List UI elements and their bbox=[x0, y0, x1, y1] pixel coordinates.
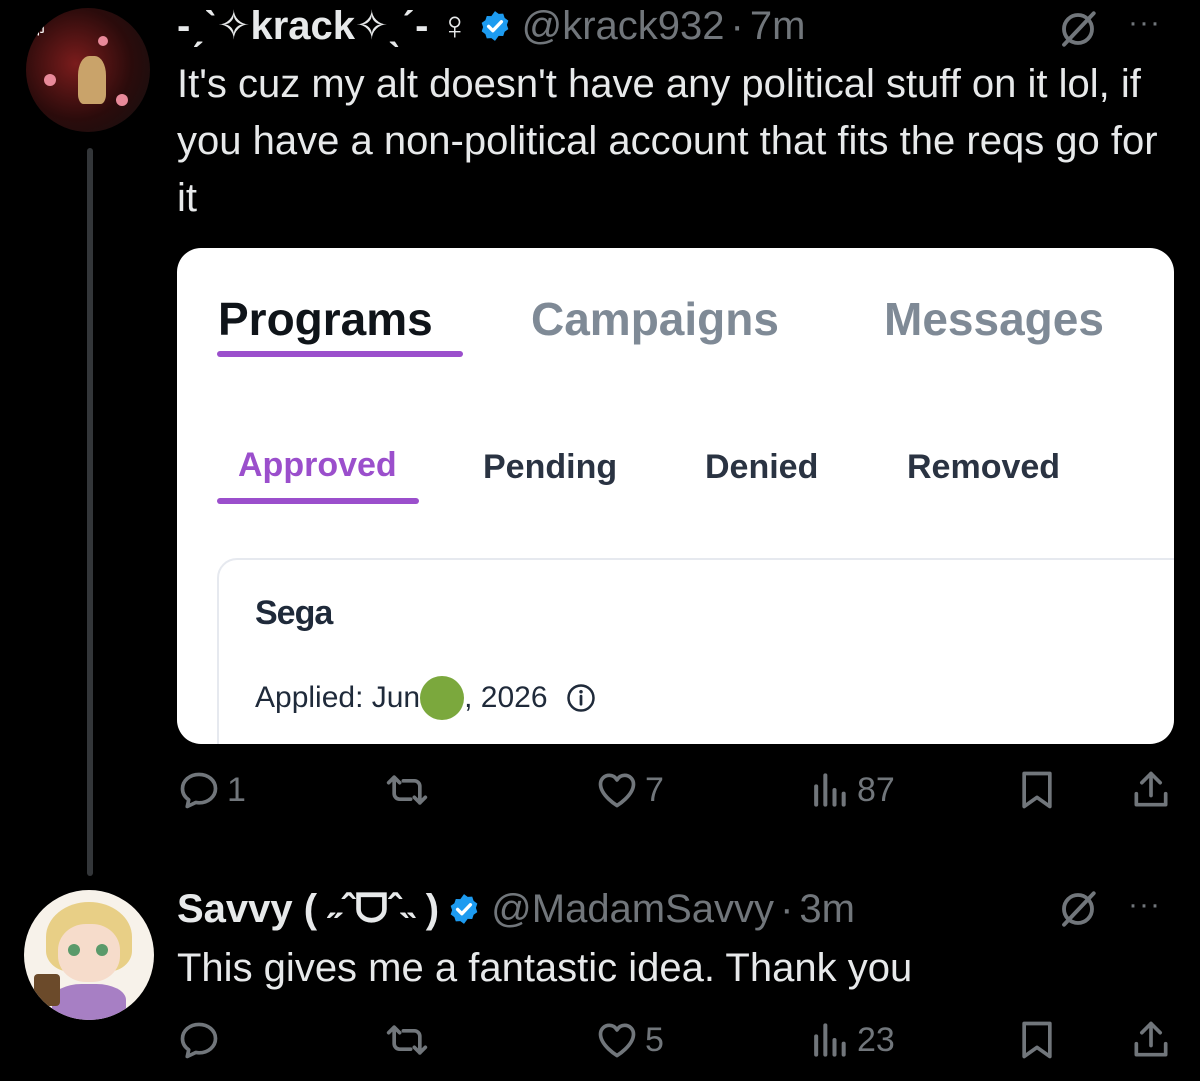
subtab-removed[interactable]: Removed bbox=[907, 448, 1060, 487]
handle[interactable]: @krack932 bbox=[522, 4, 725, 49]
redaction-blob bbox=[420, 676, 465, 720]
avatar-body bbox=[52, 984, 126, 1020]
verified-badge-icon bbox=[481, 11, 508, 41]
avatar-face bbox=[58, 924, 120, 982]
separator: · bbox=[780, 886, 794, 931]
reply-icon bbox=[180, 772, 218, 809]
repost-icon bbox=[386, 1025, 428, 1055]
views-button[interactable]: 23 bbox=[807, 1018, 895, 1062]
separator: · bbox=[730, 3, 744, 48]
tweet-actions: 5 23 bbox=[177, 1018, 1177, 1068]
media-card[interactable]: Programs Campaigns Messages Approved Pen… bbox=[177, 248, 1174, 744]
tab-messages[interactable]: Messages bbox=[884, 292, 1104, 346]
verified-badge-icon bbox=[450, 894, 478, 924]
program-name: Sega bbox=[255, 594, 333, 632]
views-icon bbox=[814, 773, 846, 807]
heart-icon bbox=[598, 773, 636, 808]
view-count: 23 bbox=[857, 1020, 895, 1059]
reply-button[interactable] bbox=[177, 1018, 227, 1062]
applied-suffix: , 2026 bbox=[464, 681, 548, 714]
repost-button[interactable] bbox=[385, 768, 435, 812]
tab-programs[interactable]: Programs bbox=[218, 292, 433, 346]
timestamp[interactable]: 7m bbox=[750, 4, 806, 49]
applied-date: Applied: Jun , 2026 bbox=[255, 676, 596, 720]
tweet-text: It's cuz my alt doesn't have any politic… bbox=[177, 62, 1158, 220]
tab-underline bbox=[217, 351, 463, 357]
share-icon bbox=[1134, 1021, 1168, 1057]
bookmark-button[interactable] bbox=[1015, 768, 1059, 812]
avatar[interactable]: 命 bbox=[26, 8, 150, 132]
display-name[interactable]: -ˏˋ✧krack✧ˎˊ- ♀ bbox=[177, 3, 470, 49]
tweet-actions: 1 7 87 bbox=[177, 768, 1177, 818]
view-count: 87 bbox=[857, 770, 895, 809]
avatar-flower bbox=[98, 36, 108, 46]
tweet-text: This gives me a fantastic idea. Thank yo… bbox=[177, 946, 913, 990]
bookmark-icon bbox=[1022, 1021, 1052, 1059]
like-button[interactable]: 7 bbox=[595, 768, 664, 812]
avatar-eye bbox=[96, 944, 108, 956]
subtab-denied[interactable]: Denied bbox=[705, 448, 818, 487]
tweet-header: -ˏˋ✧krack✧ˎˊ- ♀ @krack932 · 7m bbox=[177, 3, 805, 49]
like-button[interactable]: 5 bbox=[595, 1018, 664, 1062]
views-button[interactable]: 87 bbox=[807, 768, 895, 812]
avatar-eye bbox=[68, 944, 80, 956]
subtab-approved[interactable]: Approved bbox=[238, 446, 397, 485]
info-icon[interactable] bbox=[566, 683, 596, 713]
tab-campaigns[interactable]: Campaigns bbox=[531, 292, 779, 346]
program-card[interactable]: Sega Applied: Jun , 2026 bbox=[217, 558, 1174, 744]
handle[interactable]: @MadamSavvy bbox=[491, 887, 774, 932]
timestamp[interactable]: 3m bbox=[799, 887, 855, 932]
avatar[interactable] bbox=[24, 890, 154, 1020]
more-options-icon[interactable]: ··· bbox=[1128, 888, 1161, 922]
like-count: 7 bbox=[645, 770, 664, 809]
grok-icon[interactable] bbox=[1057, 888, 1099, 930]
heart-icon bbox=[598, 1023, 636, 1058]
grok-icon[interactable] bbox=[1057, 8, 1099, 50]
applied-prefix: Applied: Jun bbox=[255, 681, 421, 714]
more-options-icon[interactable]: ··· bbox=[1128, 6, 1161, 40]
avatar-item bbox=[34, 974, 60, 1006]
reply-icon bbox=[180, 1022, 218, 1059]
views-icon bbox=[814, 1023, 846, 1057]
bookmark-button[interactable] bbox=[1015, 1018, 1059, 1062]
repost-icon bbox=[386, 775, 428, 805]
display-name[interactable]: Savvy ( ˶ˆᗜˆ˵ ) bbox=[177, 887, 439, 932]
avatar-text: 命 bbox=[28, 18, 46, 38]
share-icon bbox=[1134, 771, 1168, 807]
bookmark-icon bbox=[1022, 771, 1052, 809]
like-count: 5 bbox=[645, 1020, 664, 1059]
share-button[interactable] bbox=[1129, 1018, 1173, 1062]
reply-count: 1 bbox=[227, 770, 246, 809]
avatar-figure bbox=[78, 56, 106, 104]
avatar-flower bbox=[44, 74, 56, 86]
tweet-header: Savvy ( ˶ˆᗜˆ˵ ) @MadamSavvy · 3m bbox=[177, 886, 855, 932]
thread-line bbox=[87, 148, 93, 876]
subtab-pending[interactable]: Pending bbox=[483, 448, 617, 487]
reply-button[interactable]: 1 bbox=[177, 768, 246, 812]
avatar-flower bbox=[116, 94, 128, 106]
repost-button[interactable] bbox=[385, 1018, 435, 1062]
share-button[interactable] bbox=[1129, 768, 1173, 812]
subtab-underline bbox=[217, 498, 419, 504]
